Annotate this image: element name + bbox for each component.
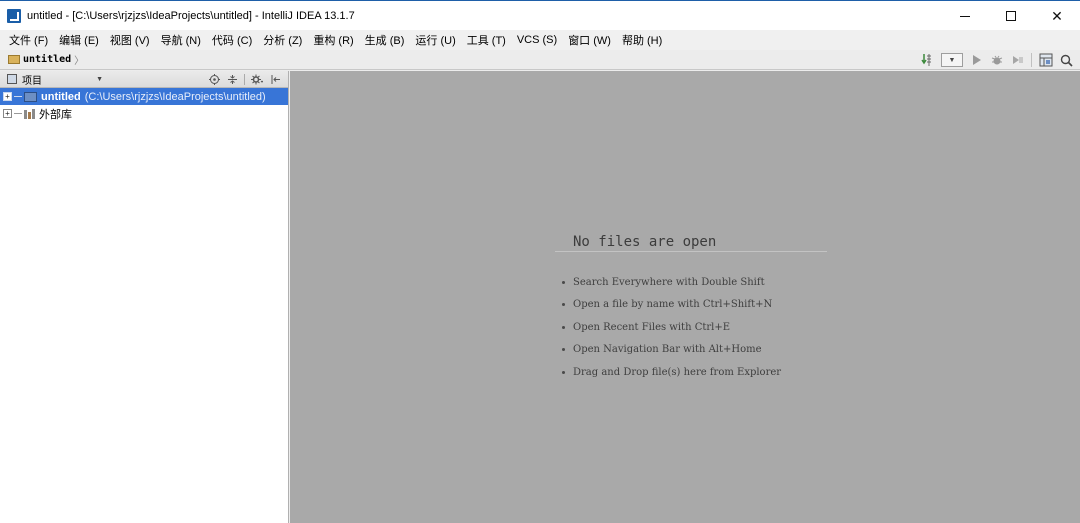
intellij-app-icon[interactable] — [7, 8, 21, 23]
project-panel: 项目 ▼ + untitled (C:\Users\rjzjzs\IdeaPro… — [0, 71, 289, 523]
project-name: untitled — [41, 90, 81, 103]
editor-hint-text: Open a file by name with Ctrl+Shift+N — [573, 299, 773, 311]
tree-connector — [14, 96, 22, 97]
editor-area[interactable]: No files are open Search Everywhere with… — [290, 71, 1080, 523]
bullet-icon — [562, 280, 565, 284]
breadcrumb[interactable]: untitled 〉 — [8, 52, 84, 68]
empty-editor-title: No files are open — [573, 234, 717, 250]
expand-icon[interactable]: + — [3, 92, 12, 101]
menu-edit[interactable]: 编辑 (E) — [54, 32, 104, 48]
menu-vcs[interactable]: VCS (S) — [512, 34, 562, 46]
minimize-button[interactable] — [942, 1, 988, 31]
editor-hint: Open Navigation Bar with Alt+Home — [562, 339, 781, 362]
menu-refactor[interactable]: 重构 (R) — [308, 32, 358, 48]
library-icon — [24, 108, 35, 119]
menu-bar: 文件 (F) 编辑 (E) 视图 (V) 导航 (N) 代码 (C) 分析 (Z… — [0, 30, 1080, 50]
run-config-dropdown[interactable]: ▼ — [941, 53, 963, 67]
title-bar: untitled - [C:\Users\rjzjzs\IdeaProjects… — [0, 0, 1080, 30]
collapse-all-icon[interactable] — [225, 73, 239, 87]
project-panel-header: 项目 ▼ — [0, 71, 288, 88]
empty-editor-header: No files are open — [555, 234, 827, 252]
run-icon[interactable] — [969, 52, 985, 68]
hide-panel-icon[interactable] — [268, 73, 282, 87]
project-path: (C:\Users\rjzjzs\IdeaProjects\untitled) — [84, 90, 266, 103]
project-view-selector[interactable]: 项目 ▼ — [7, 73, 103, 87]
panel-tool-separator — [244, 74, 245, 85]
close-button[interactable]: ✕ — [1034, 1, 1080, 31]
coverage-icon[interactable] — [1009, 52, 1025, 68]
navigation-toolbar: untitled 〉 ▼ — [0, 50, 1080, 70]
chevron-right-icon: 〉 — [74, 56, 85, 67]
tree-item-project-root[interactable]: + untitled (C:\Users\rjzjzs\IdeaProjects… — [0, 88, 288, 105]
folder-icon — [8, 55, 20, 64]
project-structure-icon[interactable] — [1038, 52, 1054, 68]
project-panel-tools — [205, 71, 284, 88]
bullet-icon — [562, 303, 565, 307]
menu-code[interactable]: 代码 (C) — [207, 32, 257, 48]
close-icon: ✕ — [1051, 8, 1063, 24]
project-view-icon — [7, 74, 17, 84]
expand-icon[interactable]: + — [3, 109, 12, 118]
menu-build[interactable]: 生成 (B) — [360, 32, 410, 48]
window-title: untitled - [C:\Users\rjzjzs\IdeaProjects… — [27, 9, 355, 22]
editor-hints-list: Search Everywhere with Double Shift Open… — [562, 271, 781, 384]
toolbar-actions: ▼ — [917, 50, 1076, 70]
menu-view[interactable]: 视图 (V) — [105, 32, 155, 48]
external-libraries-label: 外部库 — [39, 108, 72, 121]
editor-hint: Search Everywhere with Double Shift — [562, 271, 781, 294]
editor-hint: Open a file by name with Ctrl+Shift+N — [562, 294, 781, 317]
menu-run[interactable]: 运行 (U) — [410, 32, 460, 48]
menu-tools[interactable]: 工具 (T) — [462, 32, 511, 48]
tree-item-external-libraries[interactable]: + 外部库 — [0, 105, 288, 122]
editor-hint: Open Recent Files with Ctrl+E — [562, 316, 781, 339]
editor-hint-text: Open Navigation Bar with Alt+Home — [573, 344, 762, 356]
menu-navigate[interactable]: 导航 (N) — [156, 32, 206, 48]
chevron-down-icon: ▼ — [96, 75, 103, 83]
menu-help[interactable]: 帮助 (H) — [617, 32, 667, 48]
maximize-button[interactable] — [988, 1, 1034, 31]
editor-hint-text: Search Everywhere with Double Shift — [573, 276, 765, 288]
search-everywhere-icon[interactable] — [1058, 52, 1074, 68]
gear-icon[interactable] — [250, 73, 264, 87]
editor-hint: Drag and Drop file(s) here from Explorer — [562, 361, 781, 384]
editor-hint-text: Drag and Drop file(s) here from Explorer — [573, 366, 782, 378]
make-project-icon[interactable] — [919, 52, 935, 68]
scroll-from-source-icon[interactable] — [207, 73, 221, 87]
bullet-icon — [562, 348, 565, 352]
editor-hint-text: Open Recent Files with Ctrl+E — [573, 321, 731, 333]
project-view-label: 项目 — [22, 75, 42, 87]
window-controls: ✕ — [942, 1, 1080, 31]
tree-connector — [14, 113, 22, 114]
module-icon — [24, 91, 37, 102]
bullet-icon — [562, 370, 565, 374]
menu-analyze[interactable]: 分析 (Z) — [258, 32, 307, 48]
debug-icon[interactable] — [989, 52, 1005, 68]
bullet-icon — [562, 325, 565, 329]
minimize-icon — [960, 15, 970, 17]
maximize-icon — [1006, 11, 1016, 21]
toolbar-separator — [1031, 53, 1032, 67]
menu-file[interactable]: 文件 (F) — [4, 32, 53, 48]
breadcrumb-label: untitled — [23, 54, 72, 65]
menu-window[interactable]: 窗口 (W) — [563, 32, 616, 48]
